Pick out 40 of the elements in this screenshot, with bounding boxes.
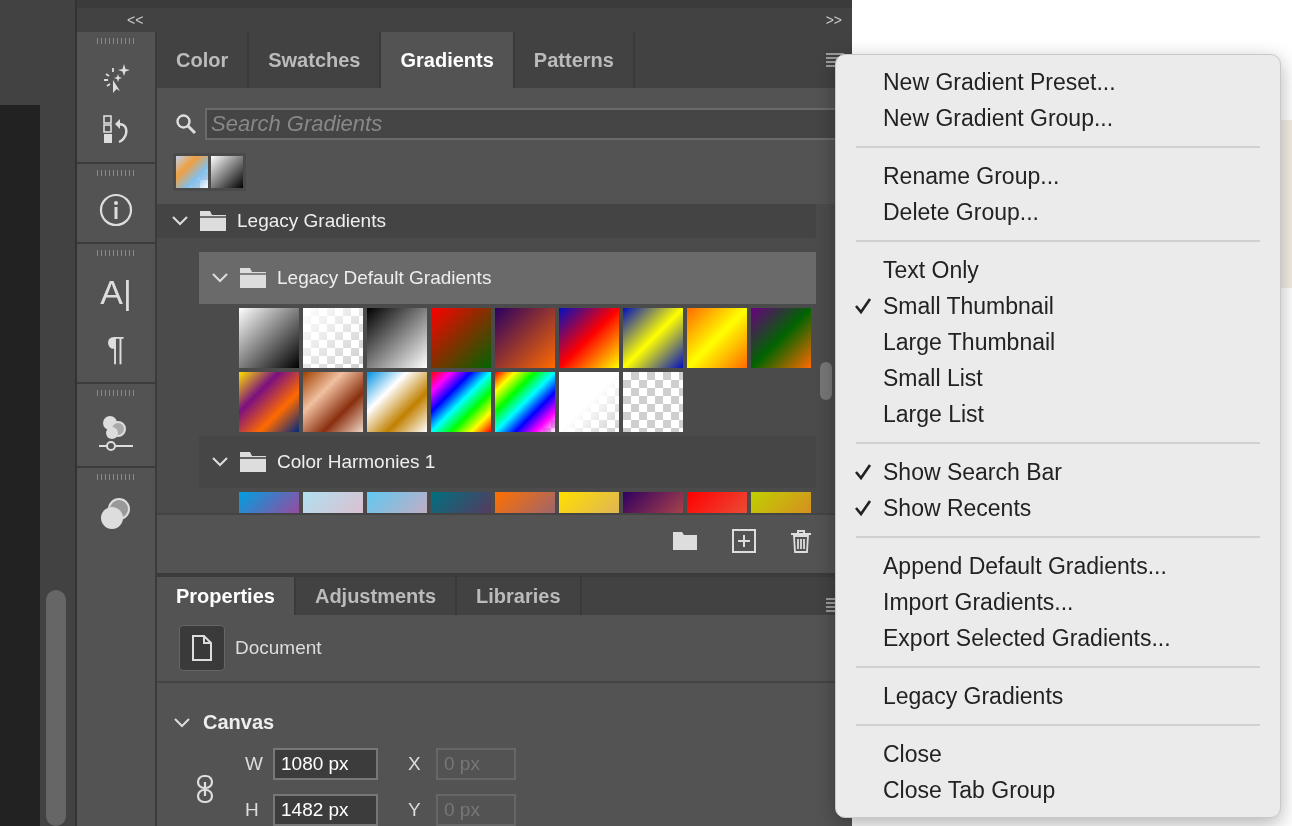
subgroup-header[interactable]: Color Harmonies 1	[199, 436, 816, 488]
input-field[interactable]: 1482 px	[273, 794, 378, 826]
menu-item[interactable]: New Gradient Preset...	[836, 64, 1280, 100]
section-title: Canvas	[203, 711, 275, 734]
collapse-button[interactable]: <<	[127, 13, 144, 27]
panel-tab[interactable]: Patterns	[514, 32, 635, 88]
panel-tab[interactable]: Color	[157, 32, 250, 88]
field-label: W	[245, 753, 264, 775]
field-label: X	[408, 753, 422, 775]
menu-item[interactable]: Show Search Bar	[836, 454, 1280, 490]
field-label: Y	[408, 799, 422, 821]
menu-item[interactable]: Close	[836, 736, 1280, 772]
menu-item[interactable]: Append Default Gradients...	[836, 548, 1280, 584]
panel-tool-button[interactable]: ¶	[106, 328, 126, 368]
panel-tab[interactable]: Properties	[157, 577, 296, 615]
menu-item[interactable]: Small Thumbnail	[836, 288, 1280, 324]
menu-item[interactable]: Close Tab Group	[836, 772, 1280, 808]
panel-tab[interactable]: Gradients	[381, 32, 515, 88]
group-name: Legacy Gradients	[237, 210, 386, 232]
subgroup-header[interactable]: Legacy Default Gradients	[199, 252, 816, 304]
group-name: Color Harmonies 1	[277, 451, 436, 473]
menu-item[interactable]: Text Only	[836, 252, 1280, 288]
expand-button[interactable]: >>	[825, 13, 842, 27]
panel-tab[interactable]: Libraries	[457, 577, 582, 615]
menu-item[interactable]: Show Recents	[836, 490, 1280, 526]
menu-item[interactable]: Small List	[836, 360, 1280, 396]
menu-item[interactable]: Delete Group...	[836, 194, 1280, 230]
panel-tab[interactable]: Adjustments	[295, 577, 458, 615]
field-label: H	[245, 799, 260, 821]
menu-item[interactable]: Rename Group...	[836, 158, 1280, 194]
panel-tool-button[interactable]: A|	[100, 272, 132, 312]
menu-item[interactable]: Large Thumbnail	[836, 324, 1280, 360]
menu-item[interactable]: Legacy Gradients	[836, 678, 1280, 714]
menu-item[interactable]: Large List	[836, 396, 1280, 432]
menu-item[interactable]: Import Gradients...	[836, 584, 1280, 620]
document-label: Document	[235, 637, 322, 659]
group-name: Legacy Default Gradients	[277, 267, 492, 289]
menu-item[interactable]: Export Selected Gradients...	[836, 620, 1280, 656]
input-field[interactable]: 1080 px	[273, 748, 378, 780]
group-header[interactable]: Legacy Gradients	[157, 204, 816, 238]
